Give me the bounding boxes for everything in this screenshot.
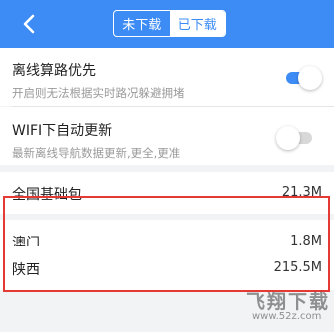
package-row-national[interactable]: 全国基础包 21.3M — [0, 172, 334, 214]
back-arrow-icon[interactable] — [18, 12, 42, 36]
offline-routing-toggle[interactable] — [286, 66, 322, 90]
watermark-url: www.52z.com — [252, 311, 322, 322]
wifi-update-toggle[interactable] — [276, 126, 312, 150]
watermark: 飞翔下载 www.52z.com — [238, 287, 330, 327]
package-name: 全国基础包 — [12, 187, 82, 203]
watermark-text: 飞翔下载 — [246, 291, 331, 313]
app-header: 未下载 已下载 — [0, 0, 334, 48]
package-name: 陕西 — [12, 262, 40, 278]
setting-title: WIFI下自动更新 — [12, 123, 113, 139]
package-size: 21.3M — [281, 185, 322, 200]
download-segmented-control: 未下载 已下载 — [113, 10, 226, 37]
setting-row-wifi-update: WIFI下自动更新 最新离线导航数据更新,更全,更准 — [0, 107, 334, 165]
setting-row-offline-routing: 离线算路优先 开启则无法根据实时路况躲避拥堵 — [0, 48, 334, 106]
tab-not-downloaded[interactable]: 未下载 — [114, 11, 170, 36]
setting-description: 最新离线导航数据更新,更全,更准 — [12, 146, 181, 160]
setting-title: 离线算路优先 — [12, 63, 96, 79]
toggle-knob — [276, 126, 300, 150]
tab-downloaded[interactable]: 已下载 — [169, 11, 225, 36]
setting-description: 开启则无法根据实时路况躲避拥堵 — [12, 86, 185, 100]
toggle-knob — [298, 66, 322, 90]
package-row-shaanxi[interactable]: 陕西 215.5M — [0, 246, 334, 290]
package-size: 215.5M — [273, 260, 322, 275]
